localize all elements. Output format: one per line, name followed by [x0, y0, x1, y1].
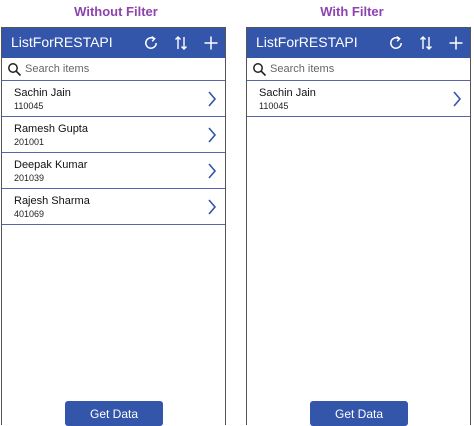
chevron-right-icon[interactable]	[207, 198, 217, 216]
caption-with-filter: With Filter	[320, 4, 384, 19]
list-item[interactable]: Deepak Kumar 201039	[2, 153, 225, 189]
search-icon	[7, 62, 22, 77]
list-item[interactable]: Ramesh Gupta 201001	[2, 117, 225, 153]
app-panel-without-filter: ListForRESTAPI Search items Sachin Jain …	[1, 27, 226, 426]
item-number: 201001	[14, 137, 45, 147]
list-item[interactable]: Rajesh Sharma 401069	[2, 189, 225, 225]
sort-icon[interactable]	[171, 33, 191, 53]
add-icon[interactable]	[201, 33, 221, 53]
chevron-right-icon[interactable]	[207, 90, 217, 108]
item-number: 401069	[14, 209, 45, 219]
items-list: Sachin Jain 110045 Ramesh Gupta 201001 D…	[2, 81, 225, 225]
chevron-right-icon[interactable]	[207, 126, 217, 144]
app-header: ListForRESTAPI	[247, 28, 470, 58]
add-icon[interactable]	[446, 33, 466, 53]
list-item[interactable]: Sachin Jain 110045	[2, 81, 225, 117]
search-icon	[252, 62, 267, 77]
item-name: Ramesh Gupta	[14, 123, 88, 135]
item-name: Sachin Jain	[14, 87, 71, 99]
items-list: Sachin Jain 110045	[247, 81, 470, 117]
search-bar	[247, 58, 470, 81]
app-title: ListForRESTAPI	[11, 34, 113, 50]
sort-icon[interactable]	[416, 33, 436, 53]
get-data-button[interactable]: Get Data	[310, 401, 408, 426]
search-input[interactable]	[270, 60, 460, 78]
caption-without-filter: Without Filter	[74, 4, 158, 19]
item-name: Rajesh Sharma	[14, 195, 90, 207]
item-number: 201039	[14, 173, 45, 183]
refresh-icon[interactable]	[141, 33, 161, 53]
get-data-button[interactable]: Get Data	[65, 401, 163, 426]
app-title: ListForRESTAPI	[256, 34, 358, 50]
app-header: ListForRESTAPI	[2, 28, 225, 58]
chevron-right-icon[interactable]	[452, 90, 462, 108]
item-number: 110045	[14, 101, 44, 111]
item-name: Deepak Kumar	[14, 159, 88, 171]
item-name: Sachin Jain	[259, 87, 316, 99]
search-input[interactable]	[25, 60, 215, 78]
refresh-icon[interactable]	[386, 33, 406, 53]
chevron-right-icon[interactable]	[207, 162, 217, 180]
search-bar	[2, 58, 225, 81]
list-item[interactable]: Sachin Jain 110045	[247, 81, 470, 117]
item-number: 110045	[259, 101, 289, 111]
app-panel-with-filter: ListForRESTAPI Search items Sachin Jain …	[246, 27, 471, 426]
